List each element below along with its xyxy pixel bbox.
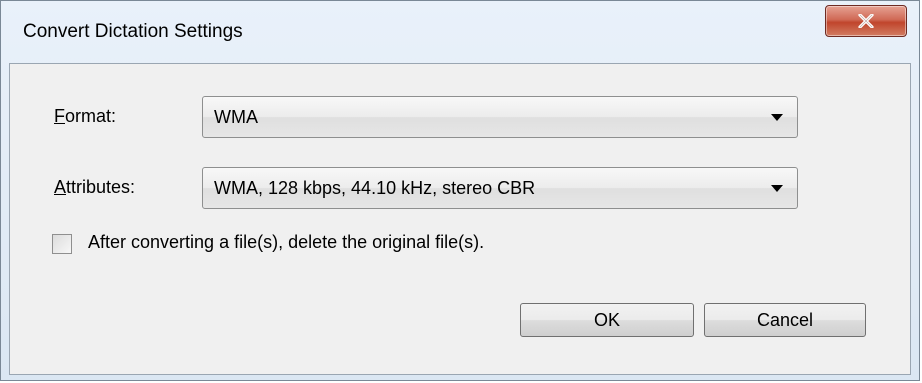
- format-value: WMA: [214, 107, 258, 127]
- attributes-label-accelerator: A: [54, 177, 67, 197]
- attributes-label-text: ttributes:: [66, 177, 136, 197]
- dialog-body: Format: WMA Attributes: WMA, 128 kbps, 4…: [9, 63, 911, 375]
- attributes-label: Attributes:: [54, 177, 135, 198]
- cancel-button[interactable]: Cancel: [704, 303, 866, 337]
- title-bar[interactable]: Convert Dictation Settings: [1, 1, 919, 63]
- ok-button[interactable]: OK: [520, 303, 694, 337]
- format-label: Format:: [54, 106, 116, 127]
- delete-original-label[interactable]: After converting a file(s), delete the o…: [88, 232, 484, 253]
- convert-dictation-settings-dialog: Convert Dictation Settings Format: WMA A…: [0, 0, 920, 381]
- chevron-down-icon: [771, 185, 783, 192]
- chevron-down-icon: [771, 114, 783, 121]
- delete-original-checkbox[interactable]: [52, 234, 72, 254]
- format-label-text: ormat:: [65, 106, 117, 126]
- format-dropdown[interactable]: WMA: [202, 96, 798, 138]
- window-title: Convert Dictation Settings: [23, 21, 243, 42]
- close-icon: [858, 14, 874, 28]
- attributes-value: WMA, 128 kbps, 44.10 kHz, stereo CBR: [214, 178, 536, 198]
- attributes-dropdown[interactable]: WMA, 128 kbps, 44.10 kHz, stereo CBR: [202, 167, 798, 209]
- format-label-accelerator: F: [54, 106, 65, 126]
- close-button[interactable]: [825, 5, 907, 37]
